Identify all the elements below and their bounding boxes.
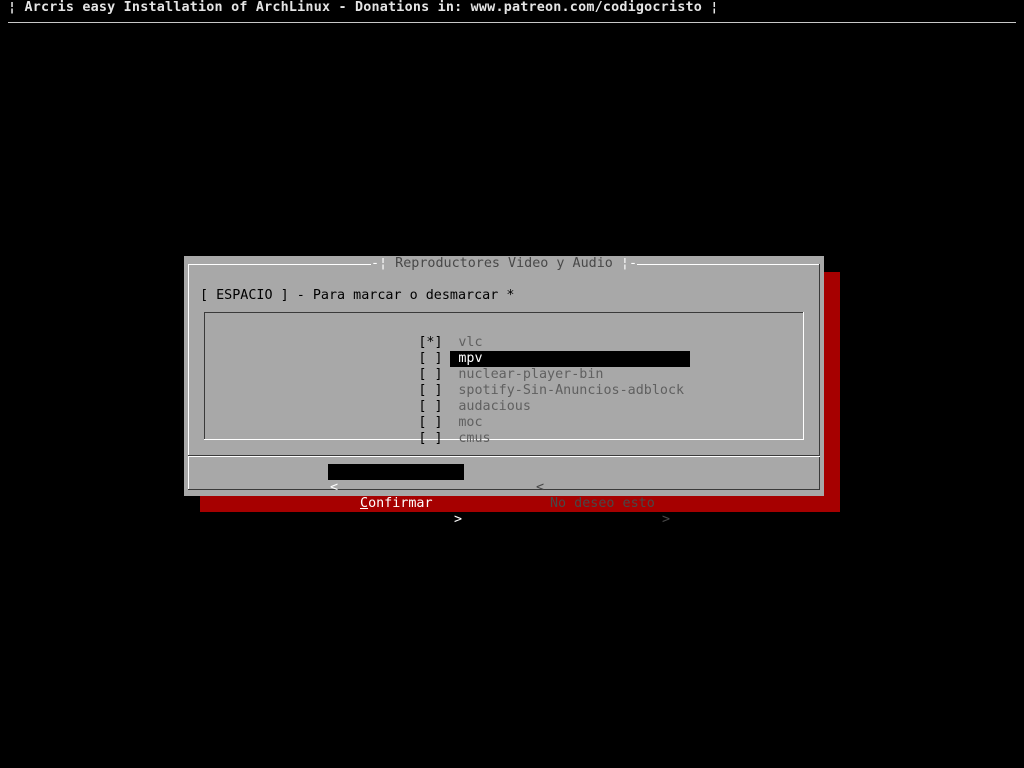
checklist-item[interactable]: [ ] audacious — [370, 383, 690, 414]
button-bracket-right: > — [453, 512, 462, 527]
backtitle-rule — [8, 22, 1016, 23]
button-bracket-right: > — [662, 512, 671, 527]
checklist-item[interactable]: [ ] mpv — [370, 335, 691, 367]
instructions-text: [ ESPACIO ] - Para marcar o desmarcar * — [200, 288, 515, 303]
checklist-dialog: -¦ Reproductores Video y Audio ¦- [ ESPA… — [184, 256, 824, 527]
list-border — [204, 312, 804, 313]
checkbox[interactable]: [ ] — [418, 431, 442, 447]
button-bracket-left: < — [330, 480, 339, 495]
cancel-button[interactable]: < No deseo esto > — [536, 464, 672, 527]
checklist-box: [*] vlc [ ] mpv [ ] nuclear-player-bin [ ] s… — [204, 312, 804, 446]
backtitle: ¦ Arcris easy Installation of ArchLinux … — [8, 0, 719, 15]
dialog-title: -¦ Reproductores Video y Audio ¦- — [184, 256, 824, 272]
hotkey-letter: C — [360, 496, 369, 511]
confirm-button[interactable]: < Confirmar > — [328, 464, 464, 527]
dialog-border — [188, 489, 820, 490]
list-border — [204, 312, 205, 440]
checklist-item[interactable]: [ ] moc — [370, 399, 690, 430]
confirm-label-rest: onfirmar — [368, 496, 433, 511]
dialog-title-text: Reproductores Video y Audio — [395, 256, 613, 271]
title-left-deco: -¦ — [370, 256, 396, 271]
checklist-item[interactable]: [*] vlc — [370, 319, 690, 350]
checklist-item[interactable]: [ ] spotify-Sin-Anuncios-adblock — [370, 367, 690, 398]
button-bracket-left: < — [536, 480, 545, 495]
checklist-item-label: cmus — [458, 431, 491, 446]
confirm-button-label: Confirmar — [360, 496, 433, 512]
button-area-separator — [188, 456, 820, 457]
checklist-item[interactable]: [ ] nuclear-player-bin — [370, 351, 690, 382]
title-right-deco: ¦- — [612, 256, 638, 271]
checklist-item[interactable]: [ ] cmus — [370, 415, 690, 446]
cancel-button-label: No deseo esto — [550, 496, 655, 511]
list-border — [803, 312, 804, 440]
